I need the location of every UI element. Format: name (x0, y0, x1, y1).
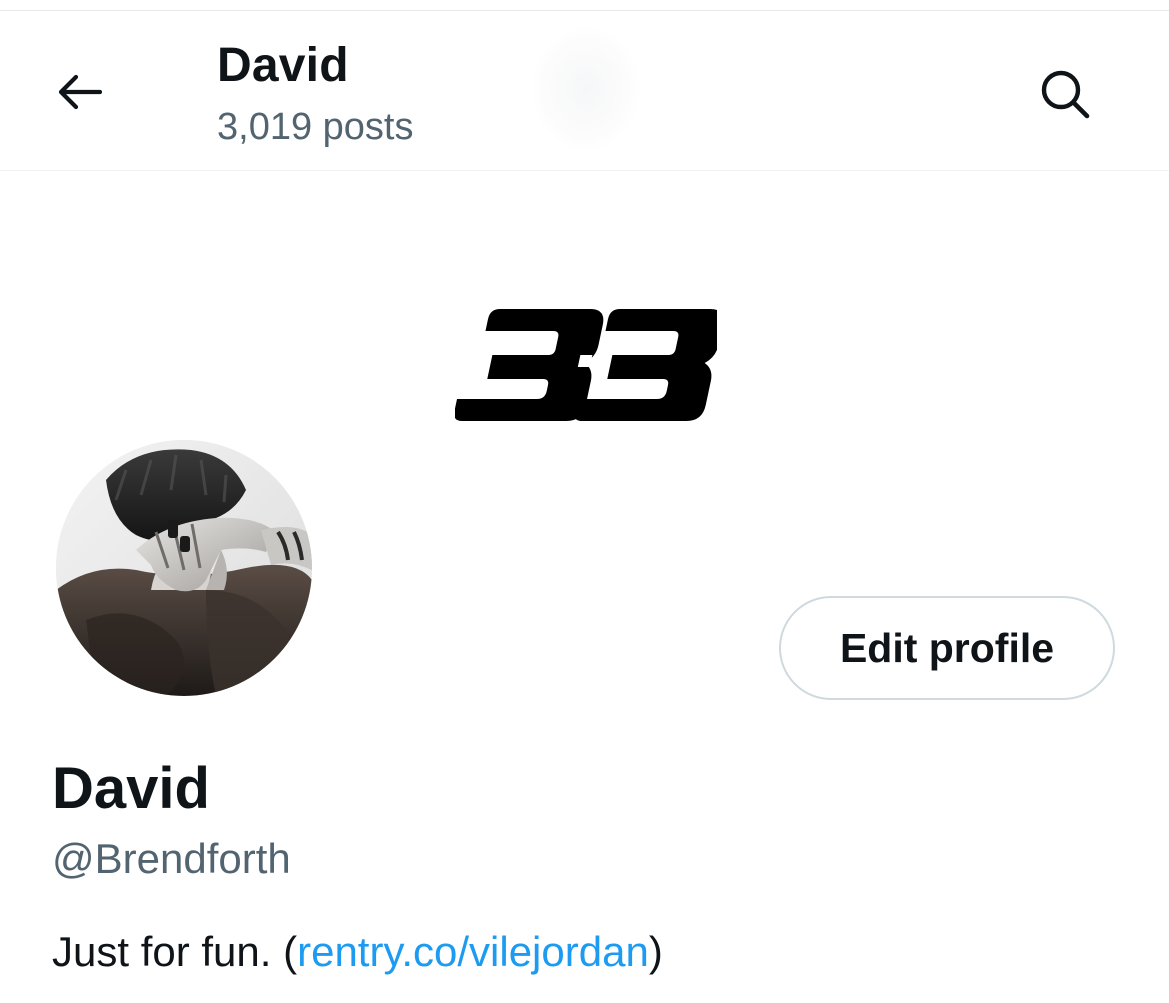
profile-avatar[interactable] (56, 440, 312, 696)
edit-profile-button[interactable]: Edit profile (779, 596, 1115, 700)
header-title: David (217, 39, 349, 92)
header-posts-count: 3,019 posts (217, 106, 414, 148)
search-icon (1041, 70, 1090, 119)
header-avatar-placeholder (533, 28, 639, 150)
banner-logo-33 (455, 309, 717, 421)
arrow-left-icon (58, 74, 102, 110)
bio-text-before: Just for fun. ( (52, 928, 298, 975)
avatar-illustration (56, 440, 312, 696)
bio-link[interactable]: rentry.co/vilejordan (297, 928, 649, 975)
bio-text-after: ) (648, 928, 663, 975)
back-button[interactable] (46, 64, 112, 120)
search-button[interactable] (1030, 62, 1100, 126)
profile-bio: Just for fun. (rentry.co/vilejordan) (52, 926, 663, 978)
profile-display-name: David (52, 756, 210, 821)
profile-handle: @Brendforth (52, 835, 291, 882)
